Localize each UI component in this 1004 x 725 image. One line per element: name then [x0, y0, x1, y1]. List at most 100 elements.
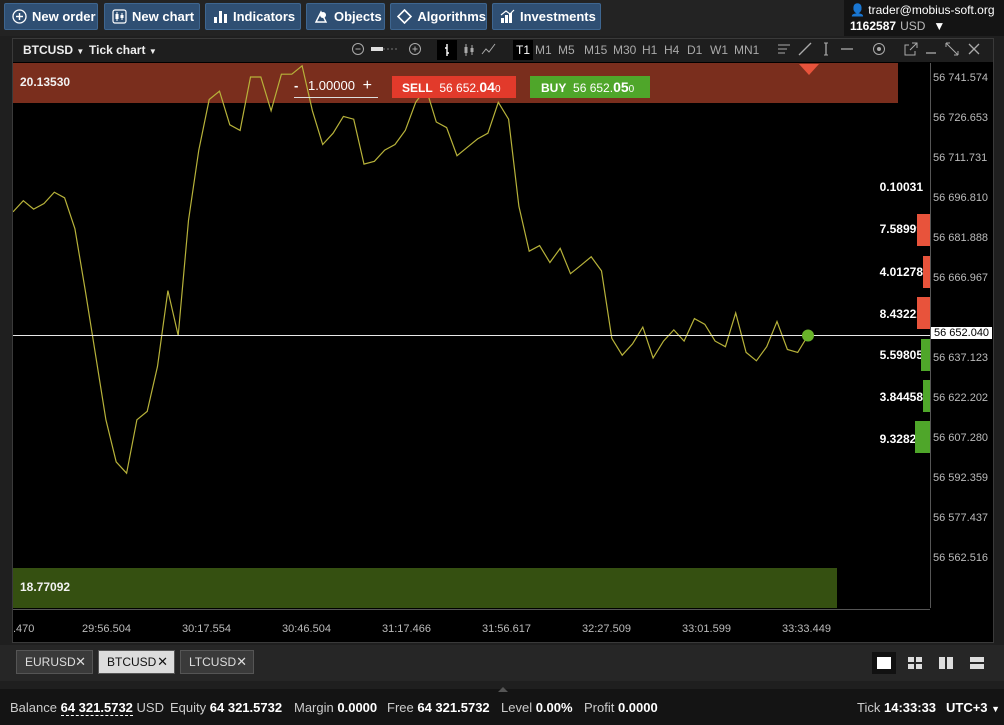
lot-underline: [294, 97, 378, 98]
account-email: trader@mobius-soft.org: [868, 3, 995, 17]
new-chart-button[interactable]: New chart: [104, 3, 200, 30]
price-tick-label: 56 562.516: [933, 552, 989, 564]
book-buy-volume: 3.84458: [879, 390, 923, 404]
margin-label: Margin: [294, 700, 334, 715]
balance-currency: USD: [136, 700, 164, 715]
panel-resize-handle[interactable]: [0, 681, 1004, 692]
price-tick-label: 56 637.123: [933, 352, 989, 364]
chevron-down-icon[interactable]: ▼: [933, 19, 945, 33]
account-panel[interactable]: 👤 trader@mobius-soft.org 1162587 USD ▼: [844, 0, 1004, 36]
price-tick-label: 56 711.731: [933, 152, 988, 164]
layout-single-icon[interactable]: [872, 652, 896, 674]
balance-value[interactable]: 64 321.5732: [60, 700, 133, 716]
time-tick-label: 30:46.504: [282, 623, 331, 635]
buy-button[interactable]: BUY 56 652.050: [530, 76, 650, 98]
lot-increase-button[interactable]: +: [363, 77, 372, 94]
bar-chart-icon: [212, 9, 228, 25]
indicators-label: Indicators: [233, 9, 296, 24]
price-tick-label: 56 741.574: [933, 72, 989, 84]
level-label: Level: [501, 700, 533, 715]
current-price-dot: [802, 329, 814, 342]
profit-value: 0.0000: [617, 700, 658, 715]
new-order-label: New order: [32, 9, 96, 24]
price-line: [13, 64, 809, 475]
sell-price-pips: 04: [479, 79, 495, 95]
status-equity: Equity 64 321.5732: [170, 700, 282, 715]
status-margin: Margin 0.0000: [294, 700, 377, 715]
lot-value[interactable]: 1.00000: [308, 78, 355, 93]
level-value: 0.00%: [535, 700, 573, 715]
algorithms-label: Algorithms: [417, 9, 486, 24]
chart-window: BTCUSD ▼ Tick chart ▼ T1 M1 M5 M15 M30 H1 H4 D1…: [12, 38, 994, 643]
buy-label: BUY: [541, 81, 567, 95]
buy-price-pips: 05: [613, 79, 629, 95]
tab-ltcusd[interactable]: LTCUSD ✕: [180, 650, 254, 674]
book-buy-bar: [915, 421, 930, 453]
sell-button[interactable]: SELL 56 652.040: [392, 76, 516, 98]
price-tick-label: 56 607.280: [933, 432, 989, 444]
lot-size-control[interactable]: - 1.00000 +: [294, 77, 378, 98]
chart-tabs-bar: EURUSD ✕ BTCUSD ✕ LTCUSD ✕: [0, 645, 1004, 681]
book-sell-bar: [917, 214, 930, 246]
close-icon[interactable]: ✕: [75, 651, 86, 673]
status-free: Free 64 321.5732: [387, 700, 490, 715]
book-sell-bar: [917, 297, 930, 329]
timezone-selector[interactable]: UTC+3 ▼: [946, 700, 1000, 715]
book-sell-volume: 0.10031: [879, 180, 923, 194]
new-order-button[interactable]: New order: [4, 3, 98, 30]
close-icon[interactable]: ✕: [157, 651, 168, 673]
time-axis[interactable]: .470 29:56.504 30:17.554 30:46.504 31:17.466…: [13, 609, 930, 642]
buy-price: 56 652.: [573, 81, 614, 95]
status-level: Level 0.00%: [501, 700, 573, 715]
price-axis[interactable]: 56 741.574 56 726.653 56 711.731 56 696.810…: [930, 63, 993, 608]
price-chart[interactable]: [13, 39, 993, 642]
time-tick-label: 32:27.509: [582, 623, 631, 635]
tab-btcusd[interactable]: BTCUSD ✕: [98, 650, 175, 674]
time-tick-label: 33:33.449: [782, 623, 831, 635]
book-buy-volume: 9.32829: [879, 432, 923, 446]
layout-columns-icon[interactable]: [934, 652, 958, 674]
algorithms-button[interactable]: Algorithms: [390, 3, 487, 30]
time-tick-label: 31:56.617: [482, 623, 531, 635]
tab-eurusd[interactable]: EURUSD ✕: [16, 650, 93, 674]
tab-label: EURUSD: [25, 655, 76, 669]
account-status-bar: Balance 64 321.5732 USD Equity 64 321.57…: [0, 681, 1004, 725]
lot-decrease-button[interactable]: -: [294, 78, 298, 93]
status-balance: Balance 64 321.5732 USD: [10, 700, 164, 716]
account-user: 👤 trader@mobius-soft.org: [850, 3, 995, 17]
indicators-button[interactable]: Indicators: [205, 3, 301, 30]
time-tick-label: 29:56.504: [82, 623, 131, 635]
price-tick-label: 56 696.810: [933, 192, 989, 204]
price-tick-label: 56 577.437: [933, 512, 989, 524]
account-balance-value: 1162587: [850, 19, 897, 33]
investments-button[interactable]: Investments: [492, 3, 601, 30]
free-value: 64 321.5732: [417, 700, 490, 715]
sell-price: 56 652.: [439, 81, 480, 95]
plus-circle-icon: [11, 9, 27, 25]
timezone-value: UTC+3: [946, 700, 988, 715]
time-tick-label: 33:01.599: [682, 623, 731, 635]
layout-grid-icon[interactable]: [903, 652, 927, 674]
close-icon[interactable]: ✕: [236, 651, 247, 673]
scroll-marker: [799, 64, 819, 75]
book-sell-volume: 7.58999: [879, 222, 923, 236]
account-balance: 1162587 USD ▼: [850, 19, 945, 33]
time-tick-label: 31:17.466: [382, 623, 431, 635]
book-buy-bar: [921, 339, 930, 371]
diamond-icon: [397, 9, 413, 25]
objects-label: Objects: [334, 9, 382, 24]
tab-label: BTCUSD: [107, 655, 157, 669]
shapes-icon: [313, 9, 329, 25]
balance-label: Balance: [10, 700, 57, 715]
price-tick-label: 56 622.202: [933, 392, 989, 404]
investments-label: Investments: [520, 9, 596, 24]
book-sell-volume: 8.43222: [879, 307, 923, 321]
objects-button[interactable]: Objects: [306, 3, 385, 30]
book-buy-volume: 5.59805: [879, 348, 923, 362]
new-chart-label: New chart: [132, 9, 195, 24]
price-tick-label: 56 666.967: [933, 272, 989, 284]
time-tick-label: 30:17.554: [182, 623, 231, 635]
chevron-down-icon: ▼: [991, 704, 1001, 714]
layout-rows-icon[interactable]: [965, 652, 989, 674]
status-profit: Profit 0.0000: [584, 700, 658, 715]
